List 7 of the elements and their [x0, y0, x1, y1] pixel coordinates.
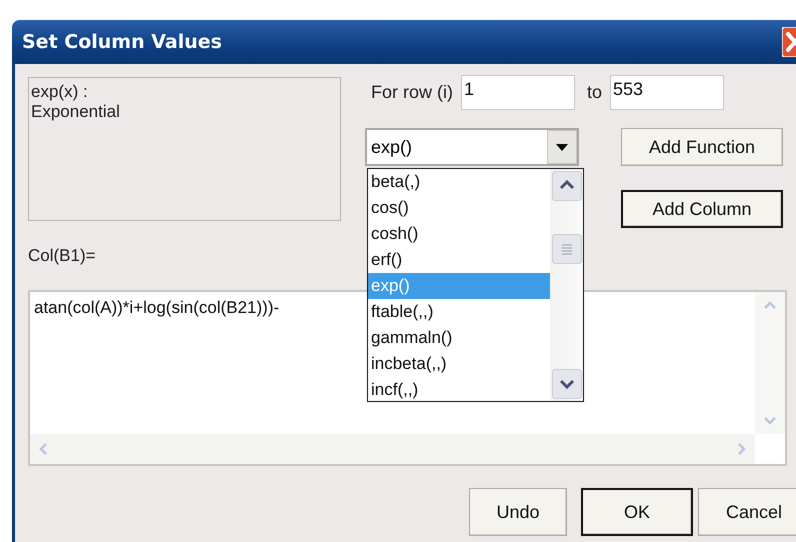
- row-label: For row (i): [371, 82, 453, 103]
- description-text: exp(x) :: [31, 82, 89, 102]
- formula-label: Col(B1)=: [28, 246, 96, 266]
- formula-text: atan(col(A))*i+log(sin(col(B21)))-: [34, 298, 280, 318]
- window-title: Set Column Values: [22, 31, 222, 53]
- to-label: to: [587, 82, 602, 103]
- description-text: Exponential: [31, 102, 121, 122]
